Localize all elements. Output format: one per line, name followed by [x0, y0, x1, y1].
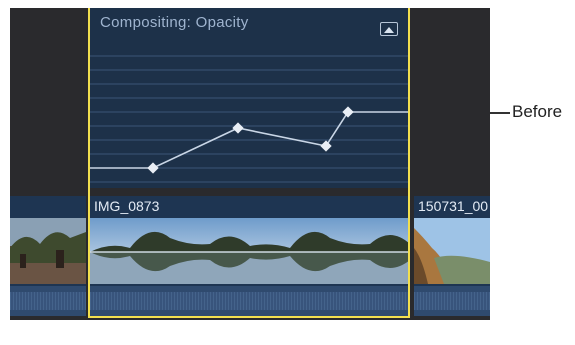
keyframe-marker[interactable]: [232, 122, 244, 134]
callout-line: [490, 112, 510, 114]
clip-thumbnail: [414, 218, 490, 284]
keyframe-marker[interactable]: [342, 106, 354, 118]
timeline-clip-img-0873[interactable]: IMG_0873: [90, 196, 410, 316]
callout-label: Before: [512, 102, 563, 121]
video-animation-editor[interactable]: Compositing: Opacity: [90, 8, 410, 188]
clip-label: IMG_0873: [94, 198, 160, 214]
opacity-keyframe-graph[interactable]: [90, 8, 410, 188]
keyframe-marker[interactable]: [147, 162, 159, 174]
audio-waveform: [414, 286, 490, 316]
audio-waveform: [10, 286, 86, 316]
animation-editor-title: Compositing: Opacity: [100, 14, 249, 31]
collapse-editor-icon[interactable]: [380, 22, 398, 36]
clip-thumbnail: [10, 218, 86, 284]
timeline-clip-left[interactable]: [10, 196, 86, 316]
timeline-clip-150731[interactable]: 150731_00: [414, 196, 490, 316]
keyframe-marker[interactable]: [320, 140, 332, 152]
clip-thumbnail: [90, 218, 410, 284]
clip-label: 150731_00: [418, 198, 489, 214]
audio-waveform: [90, 286, 410, 316]
